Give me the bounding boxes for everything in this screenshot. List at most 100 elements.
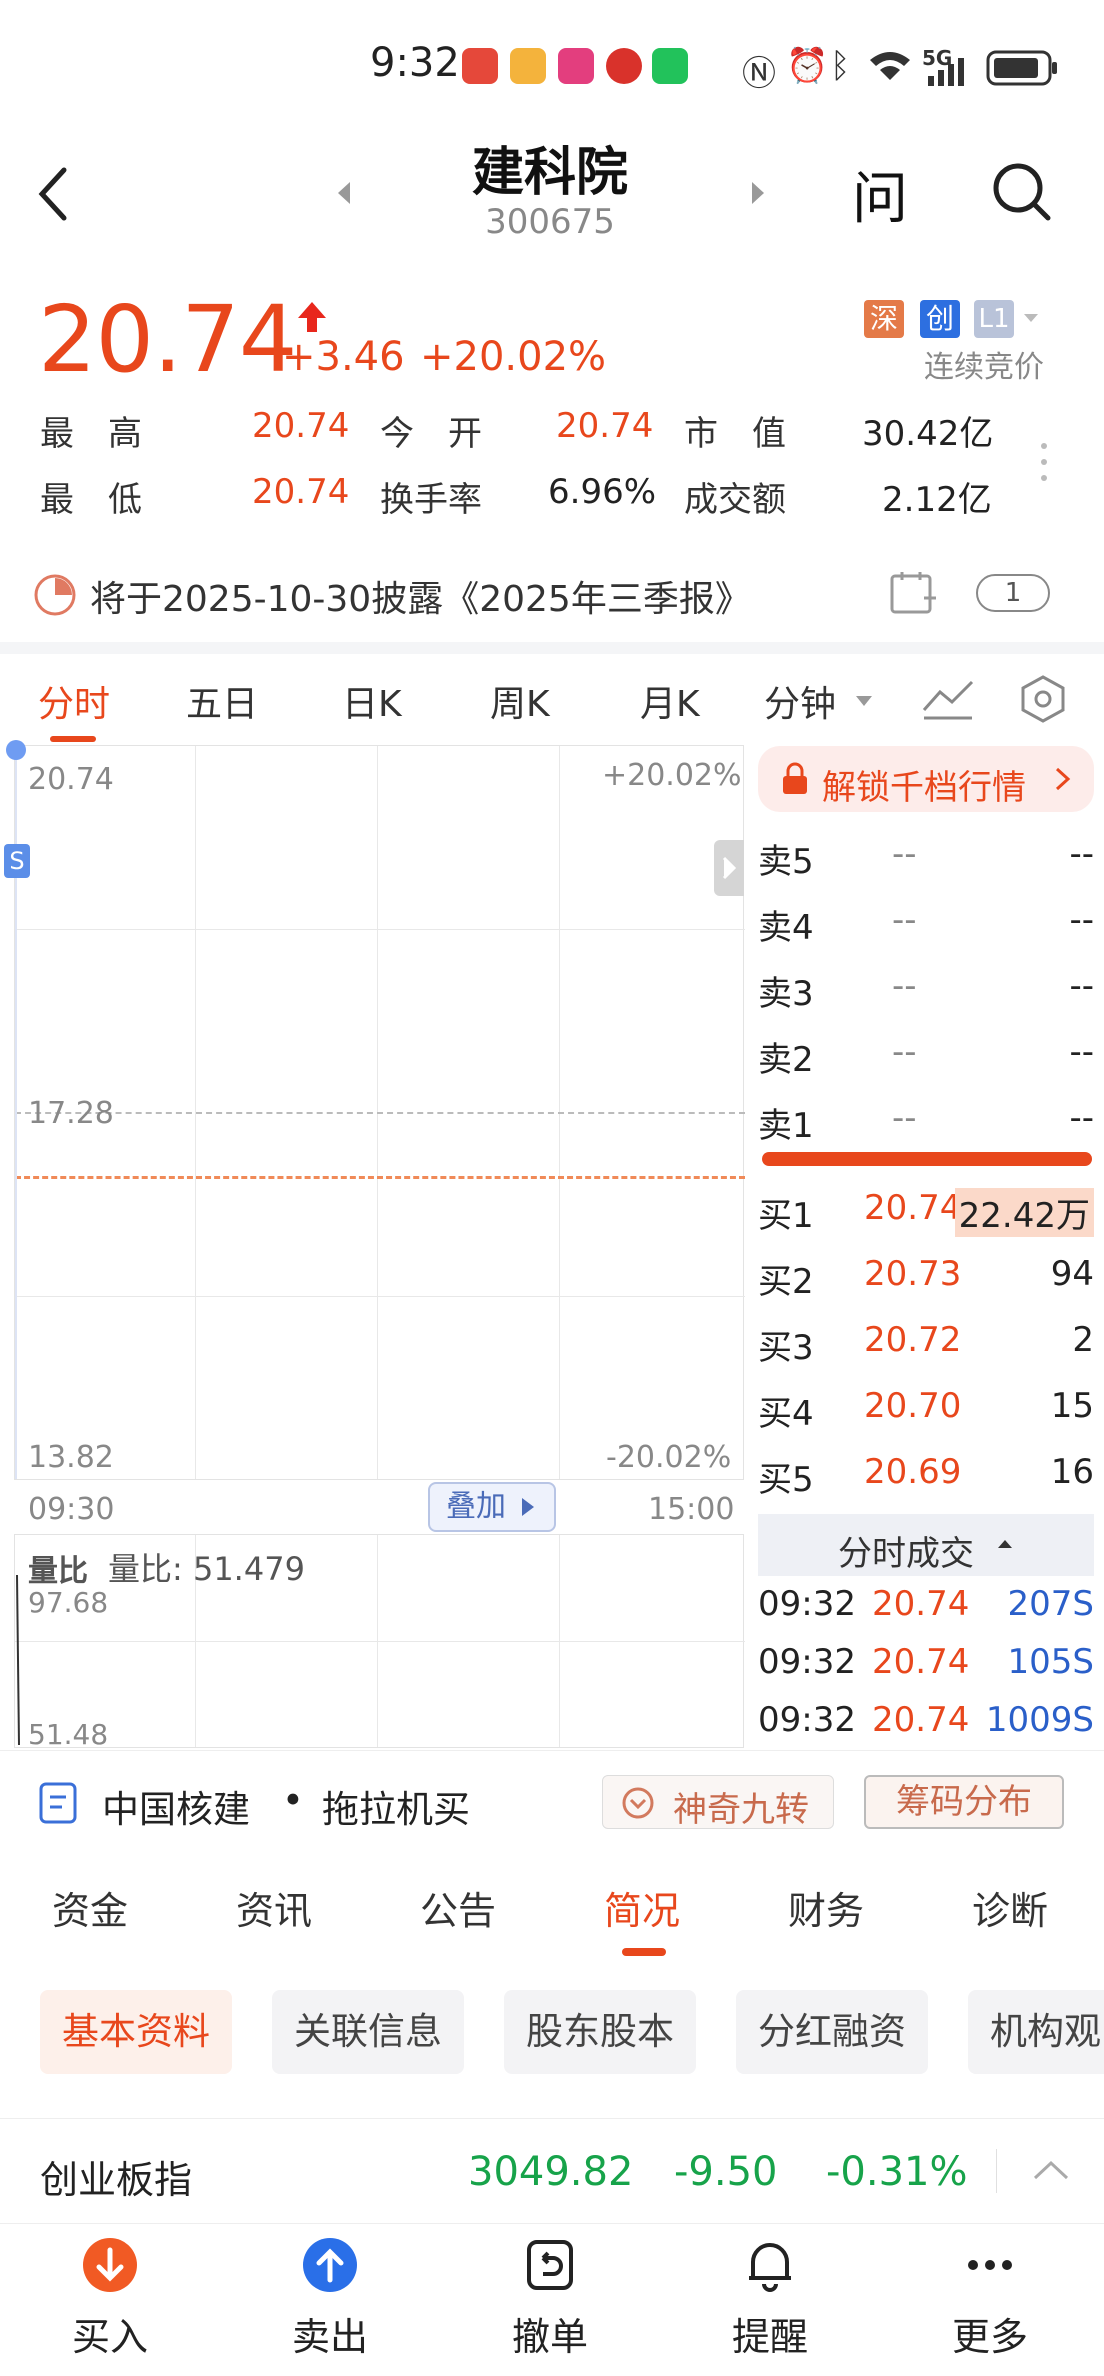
stat-value-amount: 2.12亿 [882,480,992,520]
report-notice-text: 将于2025-10-30披露《2025年三季报》 [90,579,751,620]
collapse-panel-button[interactable] [714,840,744,896]
tab-monthly-k[interactable]: 月K [640,675,700,727]
bid-row: 买1 20.74 22.42万 [758,1178,1094,1238]
price-axis-bottom: 13.82 [28,1440,114,1475]
tab-intraday[interactable]: 分时 [38,675,110,727]
notice-count-badge[interactable]: 1 [976,574,1050,612]
chevron-down-icon[interactable] [854,694,874,708]
tab-diagnosis[interactable]: 诊断 [972,1880,1048,1935]
time-axis-end: 15:00 [648,1492,735,1527]
bid-row: 买5 20.69 16 [758,1452,1094,1500]
index-change-pct: -0.31% [826,2149,968,2195]
sell-marker[interactable]: S [4,844,30,878]
settings-hex-icon[interactable] [1018,674,1068,724]
nfc-icon: Ⓝ [742,54,776,94]
volume-ratio-label[interactable]: 量比 [28,1546,88,1590]
auction-status: 连续竞价 [924,350,1044,385]
price-change-pct: +20.02% [420,334,607,380]
wechat-icon [652,48,688,84]
search-icon[interactable] [990,160,1054,224]
tab-funds[interactable]: 资金 [52,1880,128,1935]
vr-axis-bottom: 51.48 [28,1718,109,1751]
buy-icon [83,2238,137,2292]
tab-profile[interactable]: 简况 [604,1880,680,1935]
add-calendar-icon[interactable] [888,568,938,618]
index-value: 3049.82 [468,2149,634,2195]
chevron-down-icon[interactable] [1022,312,1040,324]
app-notification-icon [606,48,642,84]
stat-value-high: 20.74 [252,406,350,446]
price-change: +3.46 [282,334,405,380]
stat-value-low: 20.74 [252,472,350,512]
indicator-icon[interactable] [922,676,974,720]
tab-weekly-k[interactable]: 周K [490,675,550,727]
status-time: 9:32 [370,40,460,86]
tab-active-indicator [622,1948,666,1956]
report-notice-bar[interactable]: 将于2025-10-30披露《2025年三季报》 1 [0,548,1104,642]
more-icon [968,2260,1012,2270]
stat-label-high: 最 高 [40,414,142,454]
overlay-button[interactable]: 叠加 [428,1482,556,1532]
stat-label-turnover: 换手率 [380,480,482,520]
stat-value-turnover: 6.96% [548,472,657,512]
price-axis-mid: 17.28 [28,1096,114,1131]
pct-axis-top: +20.02% [602,758,742,793]
subtab-basic-info[interactable]: 基本资料 [40,1990,232,2074]
divider [0,642,1104,654]
ask-row: 卖1 -- -- [758,1098,1094,1146]
pct-axis-bottom: -20.02% [606,1440,732,1475]
tab-announcements[interactable]: 公告 [420,1880,496,1935]
tab-five-day[interactable]: 五日 [186,675,258,727]
subtab-dividends[interactable]: 分红融资 [736,1990,928,2074]
tab-daily-k[interactable]: 日K [342,675,402,727]
level-badge[interactable]: L1 [974,300,1014,338]
stat-label-amount: 成交额 [684,480,786,520]
ask-button[interactable]: 问 [852,154,908,235]
tab-financials[interactable]: 财务 [788,1880,864,1935]
bell-icon [749,2243,791,2292]
subtab-institutions[interactable]: 机构观 [968,1990,1104,2074]
last-price: 20.74 [38,286,297,393]
trades-title: 分时成交 [838,1534,974,1574]
concept-tag[interactable]: 中国核建 [102,1779,250,1833]
bid-ask-ratio-bar [762,1152,1092,1166]
unlock-label: 解锁千档行情 [822,768,1026,808]
prev-stock-icon[interactable] [334,180,354,206]
next-stock-icon[interactable] [748,180,768,206]
more-button[interactable]: 更多 [920,2236,1060,2361]
cancel-order-button[interactable]: 撤单 [480,2236,620,2361]
chevron-up-icon[interactable] [1032,2159,1070,2181]
trade-row: 09:32 20.74 1009S [758,1700,1094,1740]
tab-active-indicator [50,736,96,742]
intraday-chart[interactable] [14,745,745,1480]
battery-icon [986,50,1057,86]
back-icon[interactable] [34,164,74,224]
subtab-shareholders[interactable]: 股东股本 [504,1990,696,2074]
unlock-depth-button[interactable]: 解锁千档行情 [758,746,1094,812]
bluetooth-icon: ᛒ [830,46,851,86]
concept-tag[interactable]: 拖拉机买 [322,1779,470,1833]
tab-minute[interactable]: 分钟 [764,675,836,727]
chip-distribution-button[interactable]: 筹码分布 [864,1775,1064,1829]
app-notification-icon [510,48,546,84]
concept-separator: • [282,1779,304,1822]
ask-row: 卖4 -- -- [758,900,1094,948]
magic-nine-button[interactable]: 神奇九转 [602,1775,834,1830]
buy-button[interactable]: 买入 [40,2236,180,2361]
sell-button[interactable]: 卖出 [260,2236,400,2361]
index-ticker-bar[interactable]: 创业板指 3049.82 -9.50 -0.31% [0,2118,1104,2224]
trades-header[interactable]: 分时成交 [758,1514,1094,1576]
check-circle-icon [622,1787,654,1819]
stat-label-open: 今 开 [380,414,482,454]
avg-price-line [15,1176,745,1179]
stock-header: 建科院 300675 问 [0,130,1104,270]
time-axis-start: 09:30 [28,1492,115,1527]
more-stats-icon[interactable] [1038,440,1050,484]
alarm-icon: ⏰ [786,46,829,86]
subtab-related-info[interactable]: 关联信息 [272,1990,464,2074]
alert-button[interactable]: 提醒 [700,2236,840,2361]
tab-news[interactable]: 资讯 [236,1880,312,1935]
document-icon [39,1782,77,1824]
caret-up-icon [998,1540,1012,1548]
chevron-right-icon [522,1498,534,1516]
